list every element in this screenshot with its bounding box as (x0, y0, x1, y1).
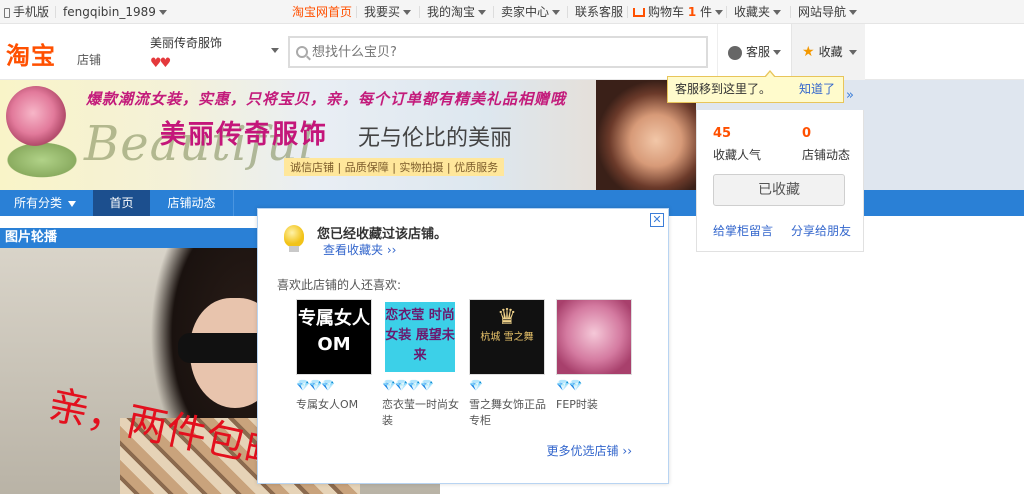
lightbulb-icon (284, 225, 304, 252)
divider (790, 6, 791, 18)
search-icon (296, 46, 308, 58)
recommended-shop[interactable]: ♛ 杭城 雪之舞 💎 雪之舞女饰正品专柜 (469, 299, 549, 429)
view-favorites-link[interactable]: 查看收藏夹 ›› (323, 241, 396, 258)
double-chevron-right-icon[interactable]: » (846, 88, 854, 103)
double-chevron-right-icon: ›› (622, 444, 632, 458)
more-shops-link[interactable]: 更多优选店铺 ›› (547, 442, 632, 459)
close-icon[interactable]: ✕ (650, 213, 664, 227)
logo-subtitle: 店铺 (77, 53, 102, 67)
dynamics-label[interactable]: 店铺动态 (802, 146, 850, 163)
tooltip-ok-link[interactable]: 知道了 (799, 77, 835, 102)
popularity-value: 45 (713, 126, 732, 141)
chevron-down-icon (403, 10, 412, 15)
username-menu[interactable]: fengqibin_1989 (63, 0, 167, 24)
buy-menu[interactable]: 我要买 (364, 0, 412, 24)
diamond-rating-icon: 💎 (469, 379, 483, 392)
recommended-shop[interactable]: 💎💎 FEP时装 (556, 299, 636, 413)
dynamics-value: 0 (802, 126, 812, 141)
favorited-popup: ✕ 您已经收藏过该店铺。 查看收藏夹 ›› 喜欢此店铺的人还喜欢: 专属女人OM… (257, 208, 669, 484)
chevron-down-icon (158, 10, 167, 15)
share-link[interactable]: 分享给朋友 (791, 222, 851, 239)
mobile-link[interactable]: 手机版 (4, 0, 49, 24)
shop-name-link[interactable]: FEP时装 (556, 397, 638, 413)
collected-button[interactable]: 已收藏 (713, 174, 845, 206)
cart-menu[interactable]: 购物车 1 件 (633, 0, 724, 24)
chevron-down-icon (849, 10, 858, 15)
diamond-rating-icon: 💎💎💎💎 (382, 379, 434, 392)
divider (356, 6, 357, 18)
double-chevron-right-icon: ›› (386, 243, 397, 257)
service-avatar-icon (728, 45, 742, 60)
chevron-down-icon (552, 10, 561, 15)
service-moved-tooltip: 客服移到这里了。 知道了 (667, 70, 844, 103)
banner-brand: 美丽传奇服饰 (160, 120, 329, 150)
shop-header: 淘宝 店铺 美丽传奇服饰 ♥♥ 客服 ★收藏 (0, 24, 1024, 80)
banner-brand-sub: 无与伦比的美丽 (358, 126, 513, 151)
recommended-shop[interactable]: 专属女人OM 💎💎💎 专属女人OM (296, 299, 376, 413)
my-taobao-menu[interactable]: 我的淘宝 (427, 0, 487, 24)
leaf-decoration (2, 140, 82, 180)
nav-home[interactable]: 首页 (93, 190, 150, 216)
chevron-down-icon (773, 10, 782, 15)
chevron-down-icon[interactable] (271, 48, 279, 53)
shop-thumbnail[interactable] (556, 299, 632, 375)
favorite-shop-button[interactable]: ★ 收藏 (791, 24, 865, 80)
taobao-logo[interactable]: 淘宝 (6, 36, 56, 71)
chevron-down-icon (848, 50, 857, 55)
cart-icon (633, 8, 645, 17)
credit-hearts-icon: ♥♥ (150, 56, 171, 71)
rose-decoration (6, 86, 66, 146)
divider (567, 6, 568, 18)
shop-name-link[interactable]: 恋衣莹一时尚女装 (382, 397, 464, 429)
carousel-title: 图片轮播 (0, 228, 258, 248)
site-nav-menu[interactable]: 网站导航 (798, 0, 858, 24)
banner-tags: 诚信店铺 | 品质保障 | 实物拍摄 | 优质服务 (284, 158, 505, 176)
favorites-menu[interactable]: 收藏夹 (734, 0, 782, 24)
shop-thumbnail[interactable]: 专属女人OM (296, 299, 372, 375)
popularity-label: 收藏人气 (713, 148, 762, 162)
diamond-rating-icon: 💎💎💎 (296, 379, 335, 392)
shop-name-link[interactable]: 专属女人OM (296, 397, 378, 413)
divider (419, 6, 420, 18)
taobao-home-link[interactable]: 淘宝网首页 (292, 0, 352, 24)
banner-slogan: 爆款潮流女装，实惠，只将宝贝，亲，每个订单都有精美礼品相赠哦 (86, 90, 567, 108)
star-icon: ★ (802, 44, 815, 60)
phone-icon (4, 7, 10, 18)
customer-service-button[interactable]: 客服 (717, 24, 791, 80)
popup-title: 您已经收藏过该店铺。 (317, 227, 448, 242)
recommended-shop[interactable]: 恋衣莹 时尚女装 展望未来 💎💎💎💎 恋衣莹一时尚女装 (382, 299, 462, 429)
shop-name[interactable]: 美丽传奇服饰 (150, 34, 222, 51)
chevron-down-icon (715, 10, 724, 15)
favorite-panel: 45 收藏人气 0 店铺动态 已收藏 给掌柜留言 分享给朋友 (696, 110, 864, 252)
nav-all-categories[interactable]: 所有分类 (0, 190, 93, 216)
shop-banner[interactable]: 爆款潮流女装，实惠，只将宝贝，亲，每个订单都有精美礼品相赠哦 Beautiful… (0, 80, 696, 190)
search-box[interactable] (288, 36, 708, 68)
search-input[interactable] (290, 38, 670, 66)
seller-center-menu[interactable]: 卖家中心 (501, 0, 561, 24)
divider (627, 6, 628, 18)
divider (493, 6, 494, 18)
also-like-label: 喜欢此店铺的人还喜欢: (277, 278, 402, 292)
divider (55, 6, 56, 18)
caret-down-icon (68, 200, 77, 207)
message-seller-link[interactable]: 给掌柜留言 (713, 222, 773, 239)
shop-thumbnail[interactable]: 恋衣莹 时尚女装 展望未来 (382, 299, 458, 375)
shop-name-link[interactable]: 雪之舞女饰正品专柜 (469, 397, 551, 429)
top-bar: 手机版 fengqibin_1989 淘宝网首页 我要买 我的淘宝 卖家中心 联… (0, 0, 1024, 24)
contact-service-link[interactable]: 联系客服 (575, 0, 623, 24)
shop-thumbnail[interactable]: ♛ 杭城 雪之舞 (469, 299, 545, 375)
chevron-down-icon (773, 50, 782, 55)
crown-icon: ♛ (497, 305, 517, 330)
divider (726, 6, 727, 18)
diamond-rating-icon: 💎💎 (556, 379, 582, 392)
cart-count: 1 (687, 5, 697, 19)
chevron-down-icon (478, 10, 487, 15)
nav-shop-news[interactable]: 店铺动态 (150, 190, 234, 216)
